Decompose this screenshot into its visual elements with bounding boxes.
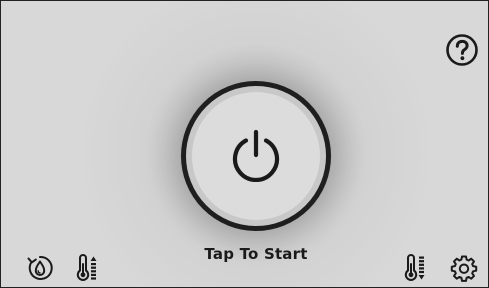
power-button-face[interactable] — [192, 92, 320, 220]
temperature-up-button[interactable] — [73, 253, 103, 283]
power-icon — [232, 129, 280, 182]
device-screen: Tap To Start — [0, 0, 489, 288]
help-icon — [446, 34, 478, 66]
temperature-up-icon — [76, 254, 97, 281]
temperature-down-button[interactable] — [401, 253, 431, 283]
temperature-down-icon — [404, 254, 425, 281]
power-button[interactable] — [181, 81, 331, 231]
gear-icon — [450, 255, 478, 282]
tap-to-start-label[interactable]: Tap To Start — [181, 245, 331, 263]
water-cycle-button[interactable] — [25, 253, 55, 283]
help-button[interactable] — [445, 33, 479, 67]
water-cycle-icon — [27, 255, 53, 280]
settings-button[interactable] — [449, 253, 479, 283]
